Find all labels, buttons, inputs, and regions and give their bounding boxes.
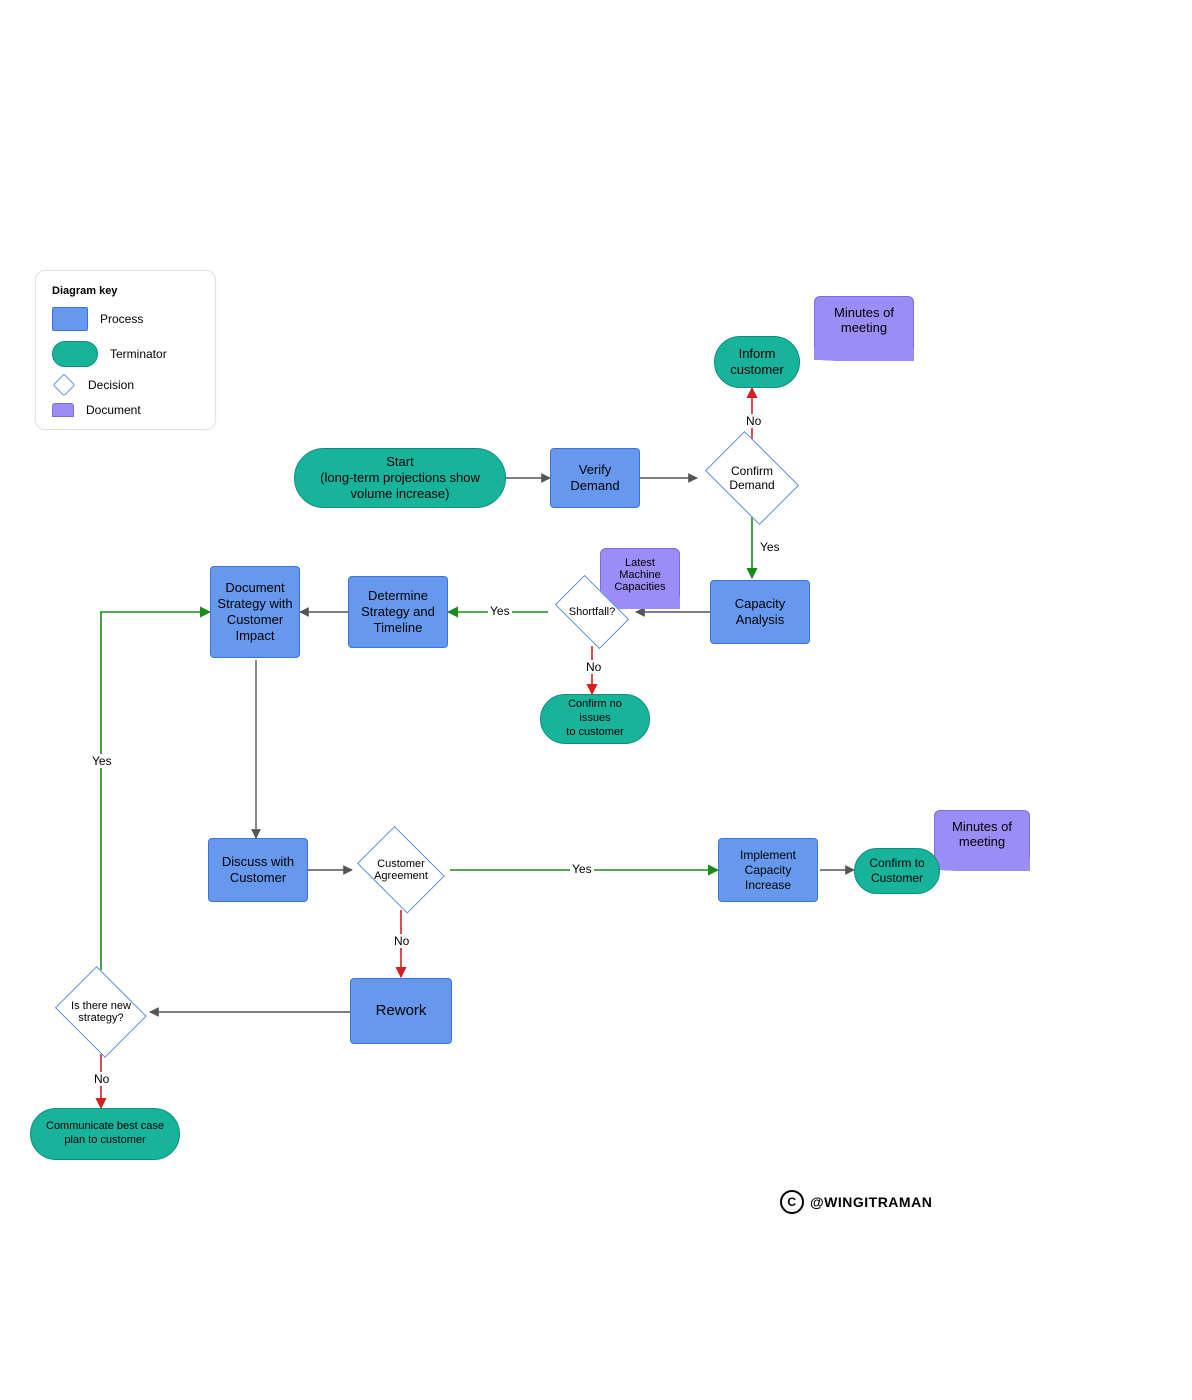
legend-item-terminator: Terminator [52,341,197,367]
decision-label: CustomerAgreement [350,832,452,908]
attribution-text: @WINGITRAMAN [810,1194,932,1210]
terminator-label: Confirm no issuesto customer [551,698,639,739]
edge-label-no: No [92,1072,111,1086]
legend-label: Document [86,403,141,417]
terminator-inform-customer: Informcustomer [714,336,800,388]
decision-shortfall: Shortfall? [547,582,637,642]
terminator-swatch [52,341,98,367]
document-label: Minutes ofmeeting [834,305,894,335]
process-document-strategy: DocumentStrategy withCustomerImpact [210,566,300,658]
terminator-label: Informcustomer [730,346,783,379]
edge-label-no: No [584,660,603,674]
process-discuss-customer: Discuss withCustomer [208,838,308,902]
legend-title: Diagram key [52,285,197,297]
process-rework: Rework [350,978,452,1044]
decision-customer-agreement: CustomerAgreement [350,832,452,908]
terminator-label: Confirm toCustomer [869,856,924,886]
edge-label-yes: Yes [570,862,594,876]
process-label: DocumentStrategy withCustomerImpact [217,580,292,645]
process-verify-demand: VerifyDemand [550,448,640,508]
legend-panel: Diagram key Process Terminator Decision … [35,270,216,430]
edge-label-yes: Yes [488,604,512,618]
process-label: Discuss withCustomer [222,854,294,887]
document-minutes-top: Minutes ofmeeting [814,296,914,360]
process-label: Rework [376,1002,427,1021]
process-swatch [52,307,88,331]
process-label: VerifyDemand [570,462,619,495]
decision-label: Shortfall? [547,582,637,642]
terminator-confirm-no-issues: Confirm no issuesto customer [540,694,650,744]
legend-label: Terminator [110,347,167,361]
process-implement-increase: ImplementCapacityIncrease [718,838,818,902]
legend-item-document: Document [52,403,197,417]
legend-label: Decision [88,378,134,392]
edge-label-yes: Yes [758,540,782,554]
edge-label-no: No [392,934,411,948]
document-swatch [52,403,74,417]
edge-label-no: No [744,414,763,428]
process-capacity-analysis: CapacityAnalysis [710,580,810,644]
process-label: DetermineStrategy andTimeline [361,588,435,637]
legend-item-decision: Decision [52,377,197,393]
decision-swatch [53,374,76,397]
legend-item-process: Process [52,307,197,331]
terminator-label: Start(long-term projections showvolume i… [320,454,480,503]
attribution: C @WINGITRAMAN [780,1190,932,1214]
process-label: ImplementCapacityIncrease [740,848,796,893]
decision-new-strategy: Is there newstrategy? [50,970,152,1054]
terminator-communicate-plan: Communicate best caseplan to customer [30,1108,180,1160]
terminator-confirm-to-customer: Confirm toCustomer [854,848,940,894]
process-determine-strategy: DetermineStrategy andTimeline [348,576,448,648]
flowchart-canvas: Diagram key Process Terminator Decision … [0,0,1192,1400]
document-label: Minutes ofmeeting [952,819,1012,849]
edge-label-yes: Yes [90,754,114,768]
legend-label: Process [100,312,143,326]
decision-label: ConfirmDemand [697,438,807,518]
document-minutes-bottom: Minutes ofmeeting [934,810,1030,870]
terminator-start: Start(long-term projections showvolume i… [294,448,506,508]
process-label: CapacityAnalysis [735,596,786,629]
decision-confirm-demand: ConfirmDemand [697,438,807,518]
copyright-icon: C [780,1190,804,1214]
terminator-label: Communicate best caseplan to customer [46,1120,164,1148]
decision-label: Is there newstrategy? [50,970,152,1054]
